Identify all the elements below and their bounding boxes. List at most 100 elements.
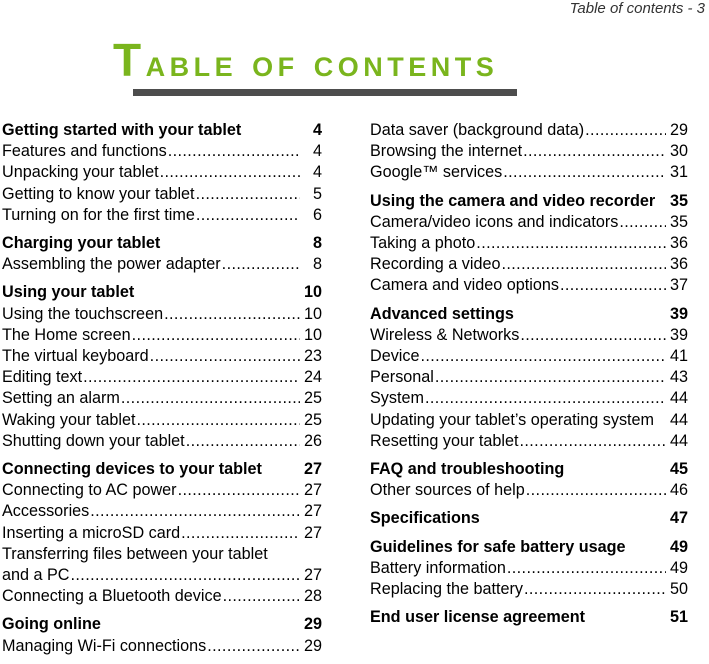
toc-entry-label: Getting to know your tablet xyxy=(2,184,195,203)
toc-dot-leader xyxy=(160,162,300,183)
toc-page-number: 43 xyxy=(669,368,688,387)
toc-heading-charging-your-tablet[interactable]: Charging your tablet 8 xyxy=(2,233,322,254)
toc-section: Using your tablet 10 Using the touchscreen… xyxy=(2,282,322,452)
toc-entry-unpacking-your-tablet[interactable]: Unpacking your tablet 4 xyxy=(2,162,322,183)
toc-page-number: 35 xyxy=(669,212,688,231)
toc-heading-specifications[interactable]: Specifications 47 xyxy=(370,508,688,529)
toc-entry-features-and-functions[interactable]: Features and functions 4 xyxy=(2,141,322,162)
toc-section: Using the camera and video recorder 35 Cam… xyxy=(370,191,688,297)
toc-dot-leader xyxy=(186,431,300,452)
toc-entry-label: Assembling the power adapter xyxy=(2,255,221,274)
toc-dot-leader xyxy=(425,388,666,409)
toc-heading-label: Using your tablet xyxy=(2,283,135,302)
toc-entry-device[interactable]: Device 41 xyxy=(370,346,688,367)
page-title-initial: T xyxy=(113,34,146,86)
toc-dot-leader xyxy=(121,388,300,409)
toc-entry-browsing-the-internet[interactable]: Browsing the internet 30 xyxy=(370,141,688,162)
toc-dot-leader xyxy=(560,275,666,296)
toc-dot-leader xyxy=(181,523,300,544)
toc-entry-the-virtual-keyboard[interactable]: The virtual keyboard 23 xyxy=(2,346,322,367)
toc-entry-other-sources-of-help[interactable]: Other sources of help 46 xyxy=(370,480,688,501)
toc-entry-waking-your-tablet[interactable]: Waking your tablet 25 xyxy=(2,410,322,431)
toc-entry-connecting-a-bluetooth-device[interactable]: Connecting a Bluetooth device 28 xyxy=(2,586,322,607)
toc-entry-label: Camera and video options xyxy=(370,276,559,295)
toc-entry-assembling-the-power-adapter[interactable]: Assembling the power adapter 8 xyxy=(2,254,322,275)
toc-entry-label: Setting an alarm xyxy=(2,389,120,408)
toc-entry-transferring-files-between-your-tablet-and-a-pc[interactable]: Transferring files between your tablet an… xyxy=(2,544,322,586)
toc-heading-label: Getting started with your tablet xyxy=(2,121,242,139)
toc-heading-connecting-devices-to-your-tablet[interactable]: Connecting devices to your tablet 27 xyxy=(2,459,322,480)
toc-dot-leader xyxy=(168,141,300,162)
toc-entry-label: Resetting your tablet xyxy=(370,431,519,450)
toc-dot-leader xyxy=(435,367,666,388)
toc-section: Specifications 47 xyxy=(370,508,688,529)
toc-section: Data saver (background data) 29 Browsing t… xyxy=(370,120,688,184)
toc-dot-leader xyxy=(619,212,666,233)
toc-entry-label: Device xyxy=(370,347,420,366)
toc-page-number: 44 xyxy=(669,431,688,450)
toc-column-right: Data saver (background data) 29 Browsing t… xyxy=(370,120,688,635)
toc-entry-label: Browsing the internet xyxy=(370,142,523,161)
toc-entry-label: Turning on for the first time xyxy=(2,205,195,224)
toc-page-number: 44 xyxy=(669,410,688,429)
toc-entry-accessories[interactable]: Accessories 27 xyxy=(2,501,322,522)
toc-entry-shutting-down-your-tablet[interactable]: Shutting down your tablet 26 xyxy=(2,431,322,452)
toc-entry-label: Personal xyxy=(370,368,434,387)
toc-entry-data-saver-background-data[interactable]: Data saver (background data) 29 xyxy=(370,120,688,141)
toc-heading-advanced-settings[interactable]: Advanced settings 39 xyxy=(370,304,688,325)
toc-heading-faq-and-troubleshooting[interactable]: FAQ and troubleshooting 45 xyxy=(370,459,688,480)
toc-page-number: 39 xyxy=(669,304,688,323)
toc-entry-system[interactable]: System 44 xyxy=(370,388,688,409)
toc-page-number: 10 xyxy=(303,304,322,323)
toc-dot-leader xyxy=(503,162,666,183)
toc-page-number: 6 xyxy=(312,205,322,224)
toc-entry-using-the-touchscreen[interactable]: Using the touchscreen 10 xyxy=(2,304,322,325)
toc-page-number: 29 xyxy=(669,121,688,139)
toc-page-number: 35 xyxy=(669,191,688,210)
toc-dot-leader xyxy=(523,141,666,162)
toc-entry-camera-and-video-options[interactable]: Camera and video options 37 xyxy=(370,275,688,296)
toc-entry-battery-information[interactable]: Battery information 49 xyxy=(370,558,688,579)
toc-entry-turning-on-for-the-first-time[interactable]: Turning on for the first time 6 xyxy=(2,205,322,226)
toc-entry-label: Connecting a Bluetooth device xyxy=(2,587,222,606)
toc-page-number: 39 xyxy=(669,325,688,344)
toc-heading-going-online[interactable]: Going online 29 xyxy=(2,614,322,635)
toc-entry-label: Recording a video xyxy=(370,255,501,274)
toc-entry-taking-a-photo[interactable]: Taking a photo 36 xyxy=(370,233,688,254)
page-title-rest: able of contents xyxy=(145,43,499,85)
toc-entry-personal[interactable]: Personal 43 xyxy=(370,367,688,388)
toc-entry-wireless-networks[interactable]: Wireless & Networks 39 xyxy=(370,325,688,346)
toc-entry-camera-video-icons-and-indicators[interactable]: Camera/video icons and indicators 35 xyxy=(370,212,688,233)
toc-heading-label: Charging your tablet xyxy=(2,234,161,253)
toc-page-number: 47 xyxy=(669,509,688,528)
toc-entry-connecting-to-ac-power[interactable]: Connecting to AC power 27 xyxy=(2,480,322,501)
toc-entry-inserting-a-microsd-card[interactable]: Inserting a microSD card 27 xyxy=(2,523,322,544)
toc-heading-using-your-tablet[interactable]: Using your tablet 10 xyxy=(2,282,322,303)
toc-entry-setting-an-alarm[interactable]: Setting an alarm 25 xyxy=(2,388,322,409)
toc-heading-end-user-license-agreement[interactable]: End user license agreement 51 xyxy=(370,607,688,628)
toc-entry-label-line1: Transferring files between your tablet xyxy=(2,544,268,563)
toc-entry-the-home-screen[interactable]: The Home screen 10 xyxy=(2,325,322,346)
toc-section: Going online 29 Managing Wi-Fi connections… xyxy=(2,614,322,656)
toc-entry-label: Google™ services xyxy=(370,163,503,182)
toc-heading-label: FAQ and troubleshooting xyxy=(370,460,565,479)
toc-entry-label: Using the touchscreen xyxy=(2,304,164,323)
toc-entry-updating-your-tablet-s-operating-system[interactable]: Updating your tablet’s operating system 4… xyxy=(370,410,688,431)
toc-section: Guidelines for safe battery usage 49 Batte… xyxy=(370,537,688,601)
toc-entry-replacing-the-battery[interactable]: Replacing the battery 50 xyxy=(370,579,688,600)
toc-dot-leader xyxy=(196,205,300,226)
toc-entry-getting-to-know-your-tablet[interactable]: Getting to know your tablet 5 xyxy=(2,184,322,205)
toc-entry-managing-wi-fi-connections[interactable]: Managing Wi-Fi connections 29 xyxy=(2,636,322,657)
toc-heading-guidelines-for-safe-battery-usage[interactable]: Guidelines for safe battery usage 49 xyxy=(370,537,688,558)
toc-page-number: 4 xyxy=(312,163,322,182)
toc-entry-editing-text[interactable]: Editing text 24 xyxy=(2,367,322,388)
toc-dot-leader xyxy=(526,480,666,501)
toc-heading-using-the-camera-and-video-recorder[interactable]: Using the camera and video recorder 35 xyxy=(370,191,688,212)
toc-dot-leader xyxy=(476,233,666,254)
toc-entry-recording-a-video[interactable]: Recording a video 36 xyxy=(370,254,688,275)
toc-entry-resetting-your-tablet[interactable]: Resetting your tablet 44 xyxy=(370,431,688,452)
toc-entry-google-services[interactable]: Google™ services 31 xyxy=(370,162,688,183)
toc-page-number: 41 xyxy=(669,347,688,366)
toc-heading-label: Connecting devices to your tablet xyxy=(2,460,262,479)
toc-heading-getting-started-with-your-tablet[interactable]: Getting started with your tablet 4 xyxy=(2,120,322,141)
